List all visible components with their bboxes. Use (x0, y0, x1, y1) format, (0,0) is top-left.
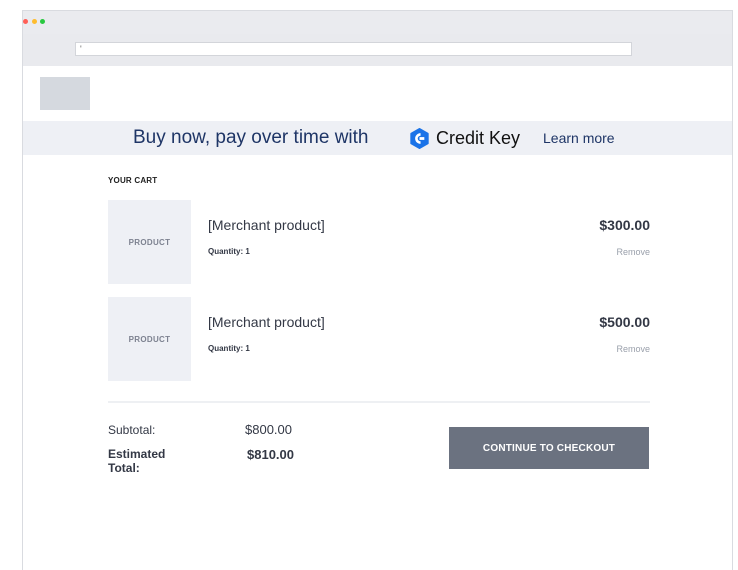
subtotal-value: $800.00 (245, 422, 292, 437)
browser-toolbar: ' (23, 34, 732, 66)
product-quantity: Quantity: 1 (208, 247, 250, 256)
browser-window: ' Buy now, pay over time with Credit Key… (22, 10, 733, 570)
product-name[interactable]: [Merchant product] (208, 217, 325, 233)
credit-key-brand-name: Credit Key (436, 128, 521, 148)
product-thumbnail[interactable]: PRODUCT (108, 297, 191, 381)
remove-item-link[interactable]: Remove (616, 247, 650, 257)
minimize-window-button[interactable] (31, 19, 37, 24)
cart-item: PRODUCT [Merchant product] Quantity: 1 $… (108, 297, 650, 381)
browser-titlebar (23, 11, 732, 34)
summary-divider (108, 401, 650, 403)
promo-banner: Buy now, pay over time with Credit Key L… (23, 121, 732, 155)
promo-text: Buy now, pay over time with (133, 127, 369, 148)
product-name[interactable]: [Merchant product] (208, 314, 325, 330)
learn-more-link[interactable]: Learn more (543, 121, 615, 155)
continue-to-checkout-button[interactable]: CONTINUE TO CHECKOUT (449, 427, 649, 469)
product-thumbnail[interactable]: PRODUCT (108, 200, 191, 284)
cart-item: PRODUCT [Merchant product] Quantity: 1 $… (108, 200, 650, 284)
store-logo-placeholder[interactable] (40, 77, 90, 110)
window-controls (23, 10, 49, 33)
product-price: $300.00 (599, 217, 650, 233)
subtotal-label: Subtotal: (108, 423, 156, 437)
estimated-total-value: $810.00 (247, 447, 294, 462)
maximize-window-button[interactable] (40, 19, 45, 24)
cart-heading: YOUR CART (108, 176, 158, 185)
address-bar[interactable]: ' (75, 42, 632, 56)
product-quantity: Quantity: 1 (208, 344, 250, 353)
estimated-total-label: Estimated Total: (108, 447, 166, 475)
close-window-button[interactable] (23, 19, 28, 24)
credit-key-logo-icon (410, 128, 429, 149)
remove-item-link[interactable]: Remove (616, 344, 650, 354)
product-price: $500.00 (599, 314, 650, 330)
